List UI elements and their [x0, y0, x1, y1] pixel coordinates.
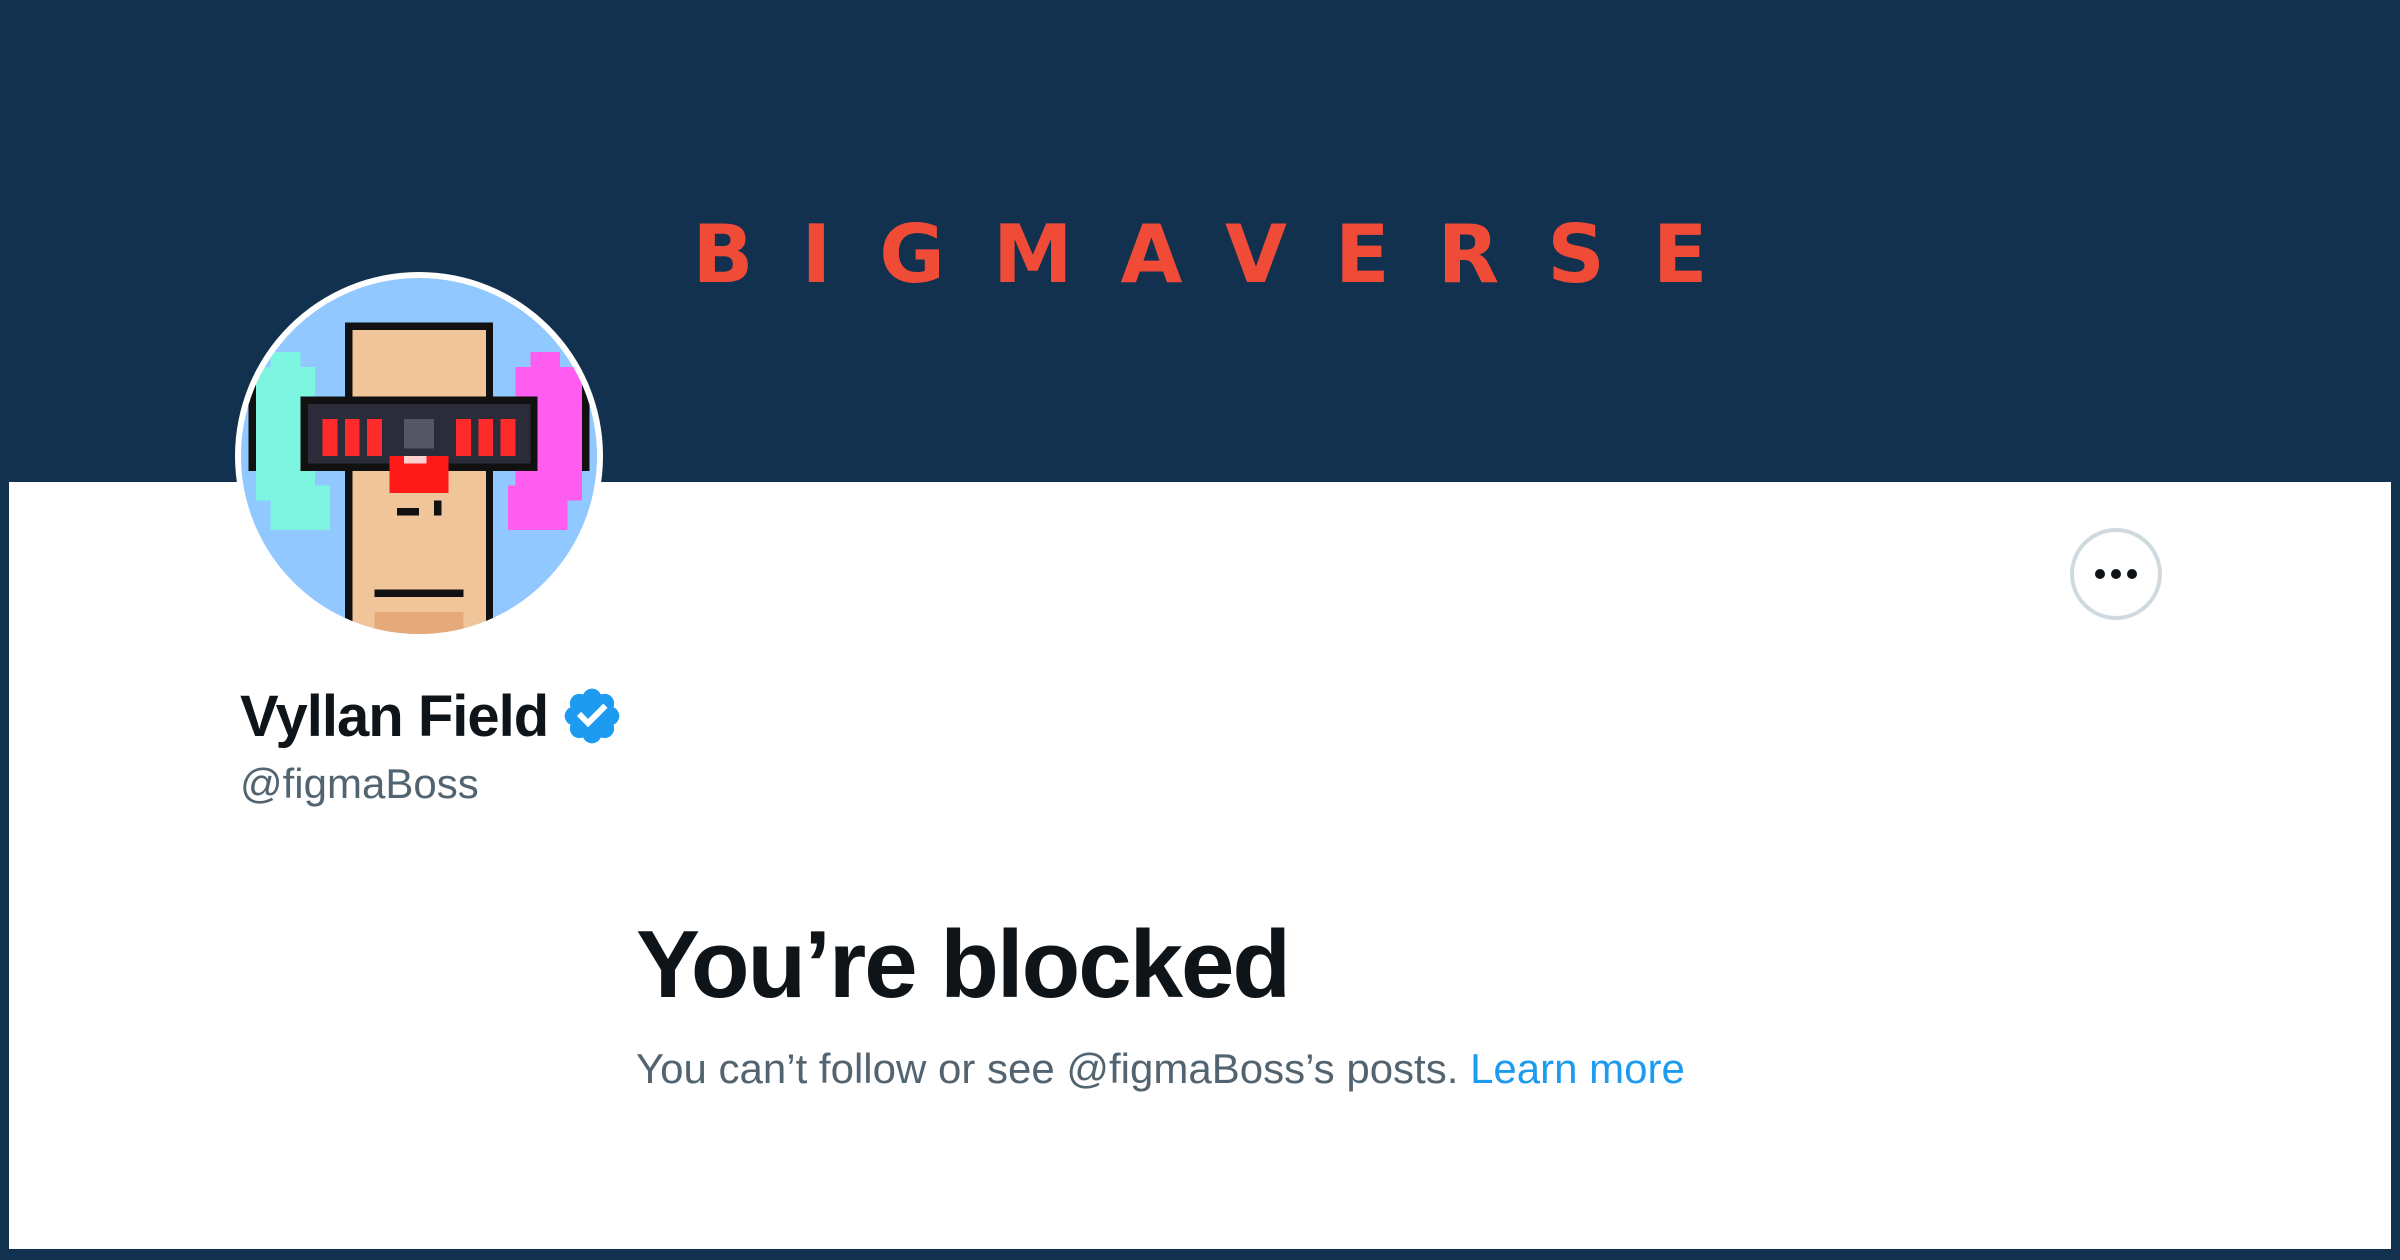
learn-more-link[interactable]: Learn more: [1470, 1045, 1685, 1092]
more-options-icon: [2095, 569, 2137, 579]
verified-badge-icon[interactable]: [560, 684, 624, 748]
more-options-button[interactable]: [2070, 528, 2162, 620]
pixel-art-avatar-icon: [241, 278, 597, 634]
blocked-description-row: You can’t follow or see @figmaBoss’s pos…: [636, 1045, 1685, 1093]
profile-name-row: Vyllan Field: [240, 680, 624, 752]
display-name: Vyllan Field: [240, 683, 549, 749]
profile-handle: @figmaBoss: [240, 760, 479, 807]
profile-page: BIGMAVERSE Vyllan Field @figmaBoss You’r…: [0, 0, 2400, 1260]
blocked-title: You’re blocked: [636, 911, 1291, 1018]
avatar[interactable]: [235, 272, 603, 640]
blocked-description: You can’t follow or see @figmaBoss’s pos…: [636, 1045, 1471, 1092]
